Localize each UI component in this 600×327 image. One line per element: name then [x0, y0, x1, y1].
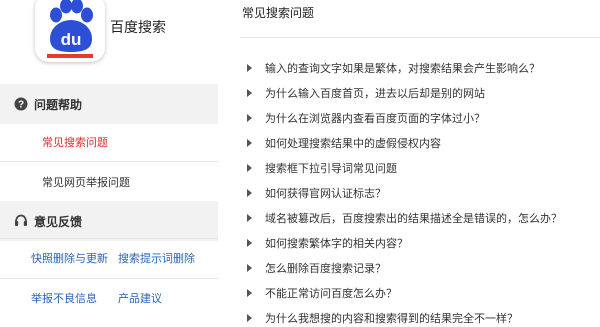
question-text: 输入的查询文字如果是繁体，对搜索结果会产生影响么？	[265, 61, 540, 75]
sidebar-item-label: 常见搜索问题	[42, 135, 108, 149]
sidebar-item-webpage-report-questions[interactable]: 常见网页举报问题	[0, 162, 218, 202]
triangle-right-icon	[247, 138, 252, 147]
question-text: 如何获得官网认证标志？	[265, 187, 386, 201]
triangle-right-icon	[247, 314, 252, 323]
svg-text:?: ?	[18, 100, 24, 111]
help-section-label: 问题帮助	[34, 97, 83, 112]
sidebar-item-common-search-questions[interactable]: 常见搜索问题	[0, 122, 218, 162]
sidebar-item-label: 常见网页举报问题	[42, 176, 130, 189]
list-item[interactable]: 不能正常访问百度怎么办？	[240, 281, 600, 306]
question-text: 搜索框下拉引导词常见问题	[265, 161, 397, 175]
feedback-section-header: 意见反馈	[0, 201, 218, 241]
feedback-links-row: 快照删除与更新 搜索提示词删除	[0, 238, 218, 278]
list-item[interactable]: 为什么我想搜的内容和搜索得到的结果完全不一样？	[240, 306, 600, 327]
feedback-links-row: 举报不良信息 产品建议	[0, 278, 218, 318]
triangle-right-icon	[247, 88, 252, 97]
list-item[interactable]: 如何处理搜索结果中的虚假侵权内容	[240, 130, 600, 155]
sidebar: du 百度搜索 ? 问题帮助 常见搜索问题 常见网页举报问题 意见反馈 快照删除…	[0, 0, 220, 327]
triangle-right-icon	[247, 214, 252, 223]
snapshot-delete-update-link[interactable]: 快照删除与更新	[31, 239, 108, 279]
feedback-section-label: 意见反馈	[34, 214, 83, 229]
triangle-right-icon	[247, 239, 252, 248]
question-text: 为什么输入百度首页，进去以后却是别的网站	[265, 86, 485, 100]
question-text: 不能正常访问百度怎么办？	[265, 287, 397, 301]
search-suggestion-delete-link[interactable]: 搜索提示词删除	[118, 239, 195, 279]
question-text: 域名被篡改后，百度搜索出的结果描述全是错误的，怎么办？	[265, 212, 562, 226]
product-suggestion-link[interactable]: 产品建议	[118, 279, 162, 319]
svg-text:du: du	[61, 30, 82, 49]
baidu-paw-logo-icon: du	[35, 0, 105, 62]
help-section-header: ? 问题帮助	[0, 84, 218, 124]
list-item[interactable]: 搜索框下拉引导词常见问题	[240, 155, 600, 180]
title-divider	[240, 37, 600, 38]
question-text: 怎么删除百度搜索记录？	[265, 262, 386, 276]
triangle-right-icon	[247, 113, 252, 122]
triangle-right-icon	[247, 163, 252, 172]
list-item[interactable]: 域名被篡改后，百度搜索出的结果描述全是错误的，怎么办？	[240, 206, 600, 231]
question-text: 为什么在浏览器内查看百度页面的字体过小？	[265, 111, 485, 125]
triangle-right-icon	[247, 289, 252, 298]
list-item[interactable]: 如何获得官网认证标志？	[240, 180, 600, 205]
list-item[interactable]: 为什么输入百度首页，进去以后却是别的网站	[240, 80, 600, 105]
triangle-right-icon	[247, 189, 252, 198]
question-text: 如何处理搜索结果中的虚假侵权内容	[265, 136, 441, 150]
list-item[interactable]: 如何搜索繁体字的相关内容？	[240, 231, 600, 256]
question-list: 输入的查询文字如果是繁体，对搜索结果会产生影响么？ 为什么输入百度首页，进去以后…	[240, 55, 600, 327]
main-content: 常见搜索问题 输入的查询文字如果是繁体，对搜索结果会产生影响么？ 为什么输入百度…	[240, 0, 600, 327]
brand-name: 百度搜索	[110, 20, 166, 36]
brand-logo[interactable]: du	[35, 0, 105, 62]
question-circle-icon: ?	[14, 97, 28, 111]
triangle-right-icon	[247, 63, 252, 72]
question-text: 如何搜索繁体字的相关内容？	[265, 237, 408, 251]
list-item[interactable]: 怎么删除百度搜索记录？	[240, 256, 600, 281]
list-item[interactable]: 为什么在浏览器内查看百度页面的字体过小？	[240, 105, 600, 130]
question-text: 为什么我想搜的内容和搜索得到的结果完全不一样？	[265, 312, 518, 326]
page-title: 常见搜索问题	[242, 6, 315, 20]
headset-icon	[14, 214, 28, 228]
list-item[interactable]: 输入的查询文字如果是繁体，对搜索结果会产生影响么？	[240, 55, 600, 80]
triangle-right-icon	[247, 264, 252, 273]
report-bad-info-link[interactable]: 举报不良信息	[31, 279, 97, 319]
